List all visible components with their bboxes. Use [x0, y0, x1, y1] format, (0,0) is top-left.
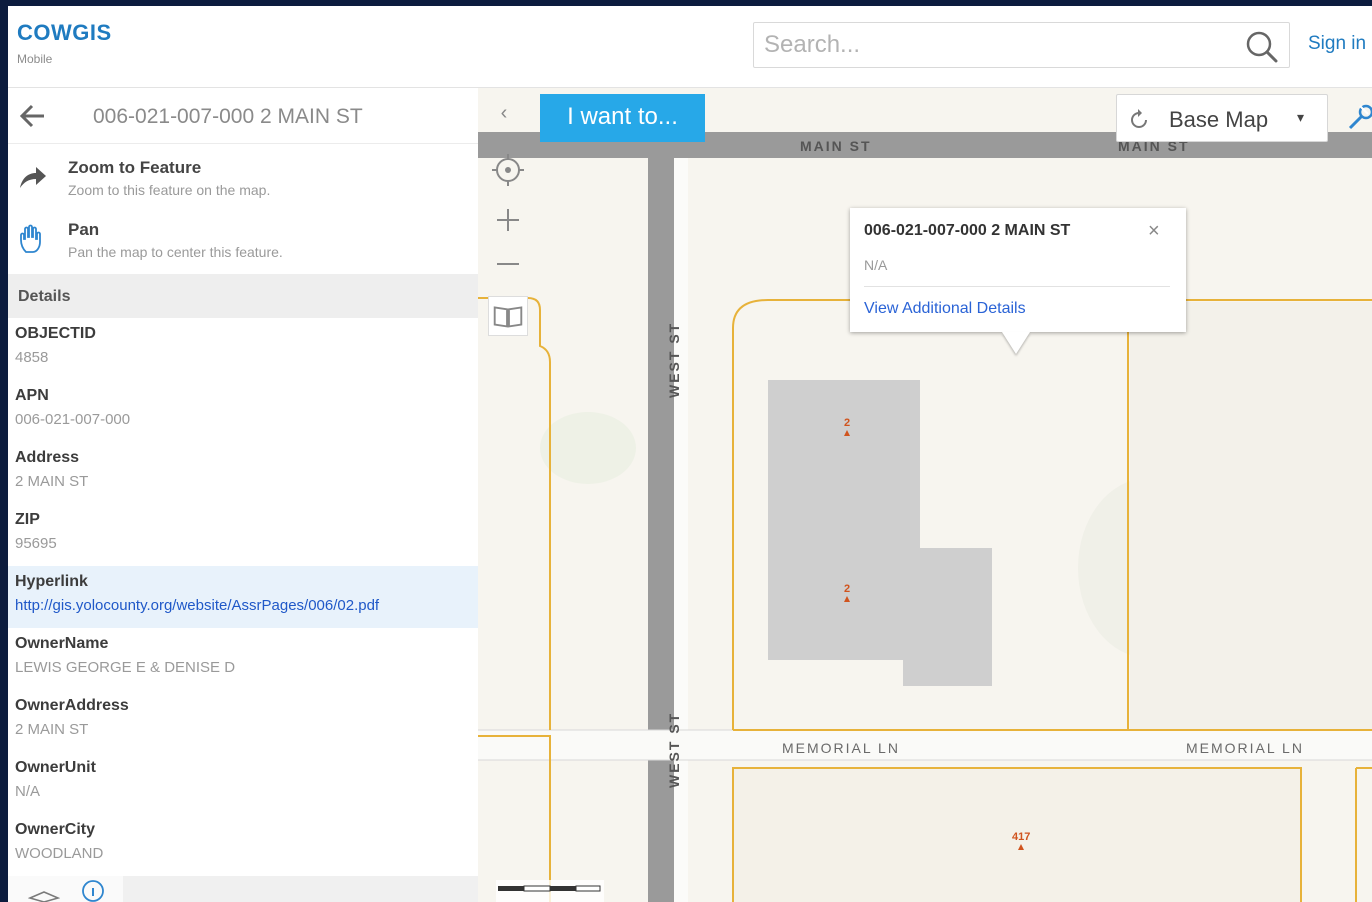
back-arrow-icon[interactable] [18, 102, 48, 130]
street-label-west-st: WEST ST [666, 321, 682, 398]
popup-value: N/A [864, 257, 888, 273]
field-hyperlink: Hyperlink http://gis.yolocounty.org/webs… [8, 566, 478, 628]
field-name: ZIP [15, 511, 40, 528]
refresh-icon [1131, 109, 1147, 128]
search-box[interactable] [753, 22, 1290, 68]
view-additional-details-link[interactable]: View Additional Details [864, 300, 1026, 318]
field-value: 95695 [15, 535, 57, 552]
share-arrow-icon [20, 167, 46, 188]
popup-divider [864, 286, 1170, 287]
app-window: COWGIS Mobile Sign in 006-021-007-000 2 … [8, 6, 1372, 902]
scale-bar [496, 880, 604, 902]
feature-popup: 006-021-007-000 2 MAIN ST × N/A View Add… [850, 208, 1186, 354]
base-map-label: Base Map [1169, 107, 1269, 132]
field-name: OwnerAddress [15, 697, 129, 714]
i-want-to-button[interactable]: I want to... [540, 94, 705, 142]
pan-action[interactable]: Pan Pan the map to center this feature. [8, 214, 478, 276]
field-ownercity: OwnerCity WOODLAND [8, 814, 478, 876]
info-icon [82, 880, 104, 902]
feature-details-panel: 006-021-007-000 2 MAIN ST Zoom to Featur… [8, 88, 478, 902]
bookmark-book-icon[interactable] [488, 296, 528, 336]
field-value: LEWIS GEORGE E & DENISE D [15, 659, 236, 676]
hand-icon [20, 224, 41, 253]
hyperlink-value[interactable]: http://gis.yolocounty.org/website/AssrPa… [15, 597, 379, 614]
zoom-out-icon[interactable] [488, 244, 528, 284]
layers-icon [28, 891, 60, 902]
field-name: OwnerUnit [15, 759, 96, 776]
screen-frame: COWGIS Mobile Sign in 006-021-007-000 2 … [0, 0, 1372, 902]
action-title: Pan [68, 220, 100, 239]
field-value: N/A [15, 783, 41, 800]
locate-icon[interactable] [488, 150, 528, 190]
field-name: OBJECTID [15, 325, 96, 342]
collapse-panel-button[interactable]: ‹ [494, 102, 514, 126]
header: COWGIS Mobile Sign in [8, 6, 1372, 88]
action-title: Zoom to Feature [68, 158, 202, 177]
street-label-west-st: WEST ST [666, 711, 682, 788]
field-value: 2 MAIN ST [15, 473, 89, 490]
details-section-header: Details [8, 274, 478, 318]
field-zip: ZIP 95695 [8, 504, 478, 566]
tools-icon[interactable] [1346, 102, 1372, 132]
action-description: Zoom to this feature on the map. [68, 182, 271, 198]
map-view[interactable]: 2 2 417 MAIN ST MAIN ST WEST ST WEST ST … [478, 88, 1372, 902]
field-name: OwnerName [15, 635, 109, 652]
search-input[interactable] [764, 29, 1224, 61]
details-label: Details [18, 288, 71, 305]
field-name: OwnerCity [15, 821, 96, 838]
action-description: Pan the map to center this feature. [68, 244, 283, 260]
field-name: Hyperlink [15, 573, 88, 590]
parcel-number-label: 2 [844, 417, 850, 429]
search-icon[interactable] [1245, 30, 1279, 64]
field-apn: APN 006-021-007-000 [8, 380, 478, 442]
panel-title: 006-021-007-000 2 MAIN ST [93, 105, 363, 128]
field-value: 2 MAIN ST [15, 721, 89, 738]
zoom-to-feature-action[interactable]: Zoom to Feature Zoom to this feature on … [8, 152, 478, 214]
parcel-number-label: 417 [1012, 831, 1030, 843]
field-ownername: OwnerName LEWIS GEORGE E & DENISE D [8, 628, 478, 690]
street-label-memorial-ln: MEMORIAL LN [782, 740, 900, 756]
field-address: Address 2 MAIN ST [8, 442, 478, 504]
map-navigation-toolbar [488, 150, 528, 340]
street-label-memorial-ln: MEMORIAL LN [1186, 740, 1304, 756]
field-name: Address [15, 449, 80, 466]
base-map-dropdown[interactable]: Base Map ▾ [1116, 94, 1328, 142]
field-value: WOODLAND [15, 845, 104, 862]
app-logo-subtitle: Mobile [17, 52, 53, 66]
panel-footer [8, 876, 478, 902]
app-logo[interactable]: COWGIS [17, 20, 112, 46]
panel-header: 006-021-007-000 2 MAIN ST [8, 88, 478, 144]
field-owneraddress: OwnerAddress 2 MAIN ST [8, 690, 478, 752]
close-icon[interactable]: × [1148, 220, 1160, 243]
street-label-main-st: MAIN ST [800, 138, 872, 154]
popup-pointer [1002, 332, 1030, 354]
parcel-number-label: 2 [844, 583, 850, 595]
field-value: 4858 [15, 349, 49, 366]
sign-in-link[interactable]: Sign in [1308, 33, 1366, 55]
field-ownerunit: OwnerUnit N/A [8, 752, 478, 814]
panel-footer-tab[interactable] [8, 876, 123, 902]
caret-down-icon: ▾ [1297, 109, 1305, 125]
field-name: APN [15, 387, 49, 404]
field-objectid: OBJECTID 4858 [8, 318, 478, 380]
popup-title: 006-021-007-000 2 MAIN ST [864, 222, 1071, 239]
zoom-in-icon[interactable] [488, 200, 528, 240]
field-value: 006-021-007-000 [15, 411, 131, 428]
